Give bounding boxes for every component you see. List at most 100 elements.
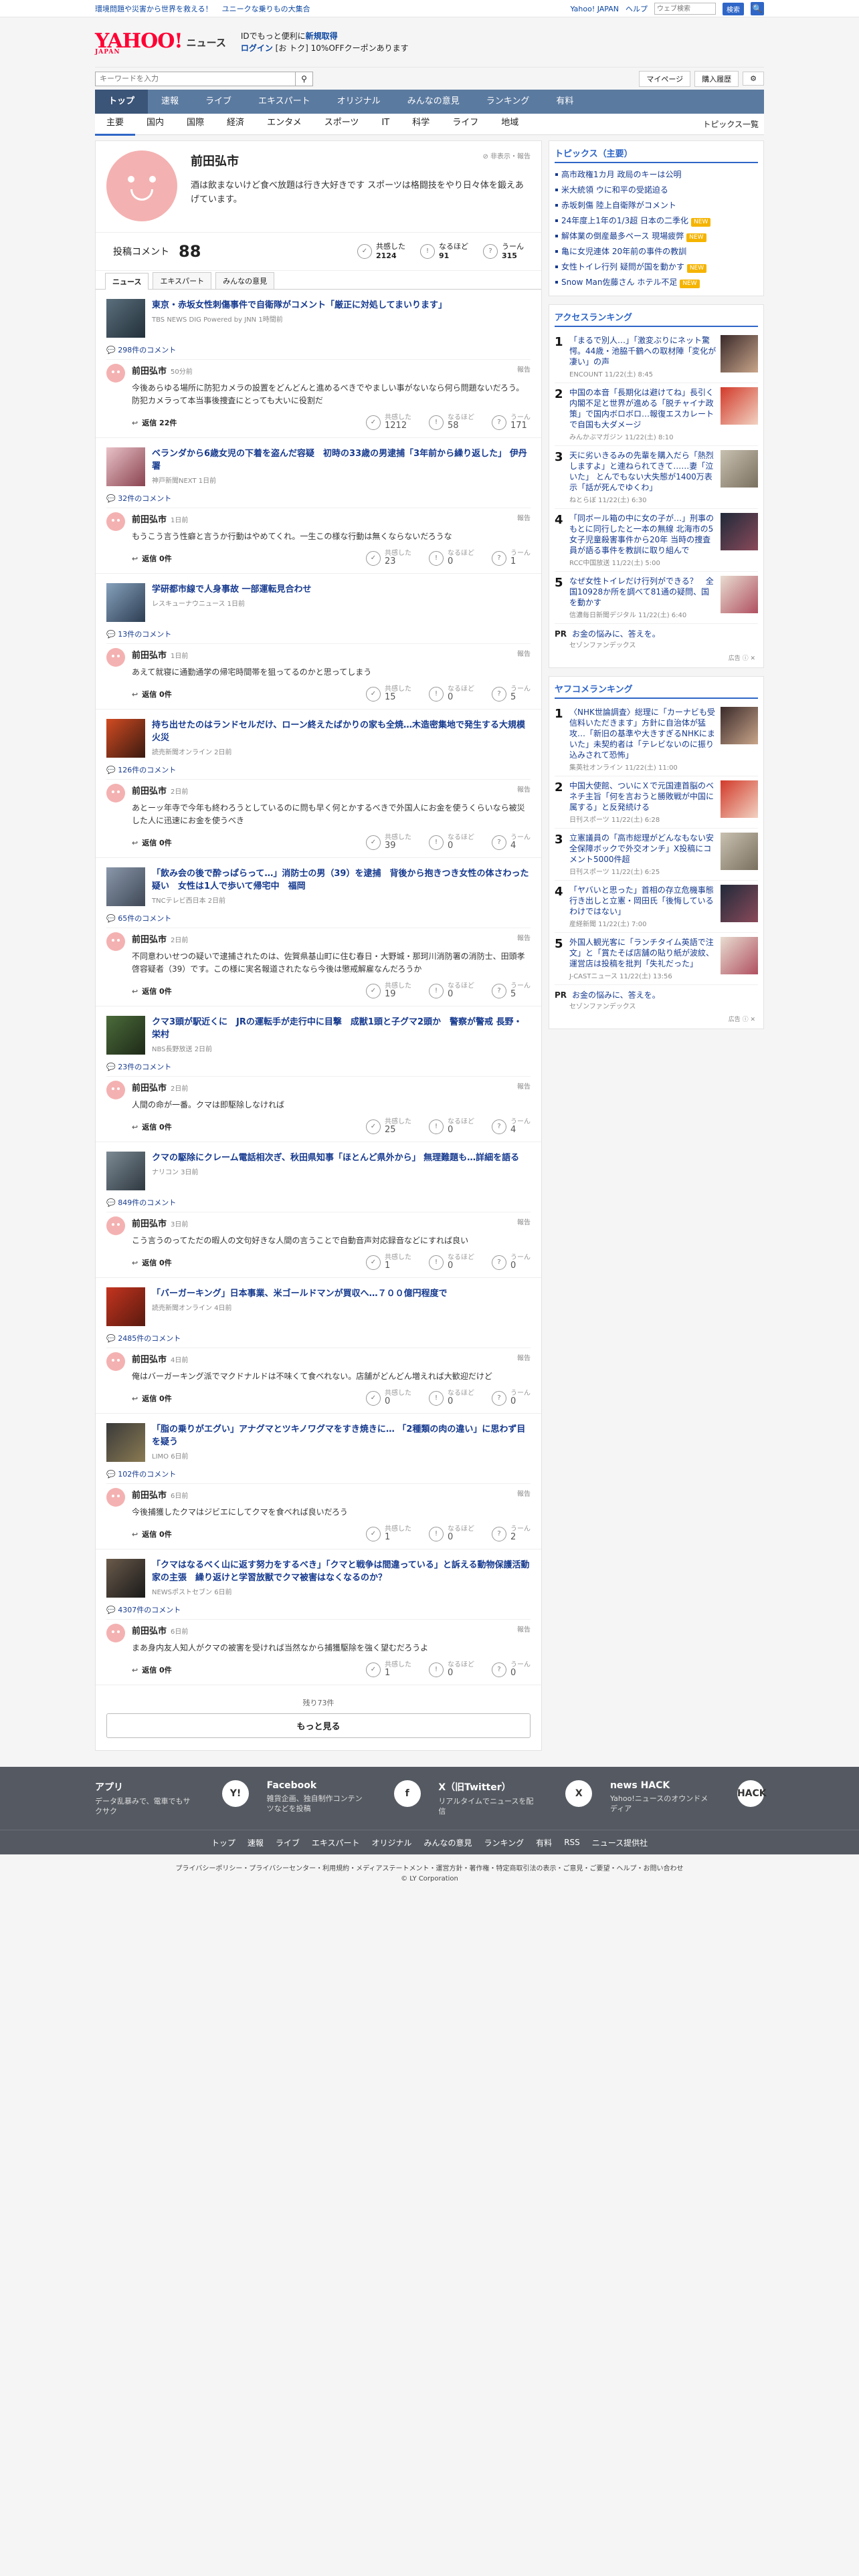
react-hmm-button[interactable]: ? うーん 5: [492, 685, 531, 702]
ranking-item[interactable]: 4 「ヤバいと思った」首相の存立危機事態行き出しと立憲・岡田氏「後悔しているわけで…: [555, 881, 758, 933]
footer-nav-3[interactable]: エキスパート: [312, 1837, 360, 1848]
ranking-thumbnail[interactable]: [721, 335, 758, 372]
topic-link[interactable]: 24年度上1年の1/3超 日本の二季化 NEW: [555, 213, 758, 229]
comment-author[interactable]: 前田弘市: [132, 515, 167, 525]
article-link[interactable]: 「クマはなるべく山に返す努力をするべき」「クマと戦争は間違っている」と訴える動物…: [106, 1559, 531, 1598]
react-naruhodo-button[interactable]: ! なるほど 0: [429, 834, 474, 851]
ranking-thumbnail[interactable]: [721, 387, 758, 425]
react-hmm-button[interactable]: ? うーん 0: [492, 1254, 531, 1271]
article-title[interactable]: 「バーガーキング」日本事業、米ゴールドマンが買収へ…７００億円程度で: [152, 1287, 448, 1300]
tab-news[interactable]: ニュース: [105, 273, 149, 290]
subnav-7[interactable]: 科学: [401, 112, 441, 136]
comment-author[interactable]: 前田弘市: [132, 935, 167, 945]
topic-link[interactable]: 女性トイレ行列 疑問が国を動かす NEW: [555, 259, 758, 275]
react-naruhodo-button[interactable]: ! なるほど 0: [429, 550, 474, 566]
yahoo-japan-link[interactable]: Yahoo! JAPAN: [570, 5, 619, 13]
subnav-9[interactable]: 地域: [490, 112, 530, 136]
react-empathy-button[interactable]: ✓ 共感した 15: [366, 685, 411, 702]
report-link[interactable]: 報告: [517, 1081, 531, 1093]
article-thumbnail[interactable]: [106, 447, 145, 486]
gnav-3[interactable]: エキスパート: [245, 90, 324, 114]
footer-nav-7[interactable]: 有料: [536, 1837, 552, 1848]
article-title[interactable]: クマ3頭が駅近くに JRの運転手が走行中に目撃 成獣1頭と子グマ2頭か 警察が警…: [152, 1016, 531, 1041]
react-hmm-button[interactable]: ? うーん 0: [492, 1661, 531, 1678]
article-title[interactable]: ベランダから6歳女児の下着を盗んだ容疑 初時の33歳の男逮捕「3年前から繰り返し…: [152, 447, 531, 473]
ranking-item[interactable]: 1 「まるで別人…」「激変ぶりにネット驚愕。44歳・池脇千鶴への取材陣「変化が凄い…: [555, 331, 758, 383]
article-title[interactable]: クマの駆除にクレーム電話相次ぎ、秋田県知事「ほとんど県外から」 無理難題も…詳細…: [152, 1152, 519, 1164]
footer-social-0[interactable]: アプリ データ乱暴みで、電車でもサクサク Y!: [95, 1780, 249, 1816]
mypage-button[interactable]: マイページ: [639, 70, 691, 87]
load-more-button[interactable]: もっと見る: [106, 1713, 531, 1738]
article-thumbnail[interactable]: [106, 299, 145, 338]
footer-nav-6[interactable]: ランキング: [484, 1837, 524, 1848]
search-icon[interactable]: ⚲: [296, 71, 313, 86]
react-empathy-button[interactable]: ✓ 共感した 1212: [366, 414, 411, 431]
ranking-title[interactable]: 中国の本音「長期化は避けてね」長引く内閣不足と世界が進める「脱チャイナ政策」で国…: [569, 387, 717, 430]
report-link[interactable]: 報告: [517, 1352, 531, 1365]
react-empathy-button[interactable]: ✓ 共感した 1: [366, 1661, 411, 1678]
ranking-item[interactable]: 2 中国大使館、ついにＸで元国連首脳のベネチ主旨「何を言おうと勝敗戦が中国に属する…: [555, 776, 758, 829]
article-title[interactable]: 「飲み会の後で酔っぱらって…」消防士の男（39）を逮捕 背後から抱きつき女性の体…: [152, 867, 531, 893]
footer-social-1[interactable]: Facebook 雑貨企画、独自制作コンテンツなどを投稿 f: [267, 1780, 421, 1816]
subnav-3[interactable]: 経済: [215, 112, 256, 136]
react-hmm-button[interactable]: ? うーん 1: [492, 550, 531, 566]
react-hmm-button[interactable]: ? うーん 5: [492, 982, 531, 999]
subnav-2[interactable]: 国際: [175, 112, 215, 136]
ranking-title[interactable]: 「同ボール箱の中に女の子が…」刑事のもとに同行したと一本の無線 北海市の5女子児…: [569, 513, 717, 556]
report-link[interactable]: 報告: [517, 784, 531, 796]
search-icon[interactable]: 🔍: [751, 2, 764, 15]
tab-expert[interactable]: エキスパート: [153, 272, 212, 289]
comment-count-link[interactable]: 💬 126件のコメント: [106, 764, 531, 775]
comment-author[interactable]: 前田弘市: [132, 651, 167, 661]
react-empathy-button[interactable]: ✓ 共感した 0: [366, 1390, 411, 1406]
react-hmm-button[interactable]: ? うーん 2: [492, 1525, 531, 1542]
subnav-4[interactable]: エンタメ: [256, 112, 313, 136]
ranking-thumbnail[interactable]: [721, 780, 758, 818]
comment-count-link[interactable]: 💬 65件のコメント: [106, 913, 531, 924]
gnav-2[interactable]: ライブ: [192, 90, 245, 114]
footer-links[interactable]: プライバシーポリシー・プライバシーセンター・利用規約・メディアステートメント・運…: [0, 1854, 859, 1875]
footer-nav-8[interactable]: RSS: [564, 1838, 580, 1847]
reply-button[interactable]: ↩ 返信 0件: [132, 1665, 172, 1675]
reply-button[interactable]: ↩ 返信 22件: [132, 417, 177, 428]
gnav-0[interactable]: トップ: [95, 90, 149, 114]
comment-author[interactable]: 前田弘市: [132, 1626, 167, 1636]
reply-button[interactable]: ↩ 返信 0件: [132, 1393, 172, 1404]
article-link[interactable]: 「飲み会の後で酔っぱらって…」消防士の男（39）を逮捕 背後から抱きつき女性の体…: [106, 867, 531, 906]
article-thumbnail[interactable]: [106, 1287, 145, 1326]
topic-link[interactable]: Snow Man佐藤さん ホテル不足 NEW: [555, 275, 758, 290]
ranking-thumbnail[interactable]: [721, 513, 758, 550]
ranking-item[interactable]: 5 外国人観光客に「ランチタイム英語で注文」と「賞たそば店舗の貼り紙が波紋、運営店…: [555, 933, 758, 985]
article-link[interactable]: 「バーガーキング」日本事業、米ゴールドマンが買収へ…７００億円程度で 読売新聞オン…: [106, 1287, 531, 1326]
comment-author[interactable]: 前田弘市: [132, 1491, 167, 1501]
reply-button[interactable]: ↩ 返信 0件: [132, 553, 172, 564]
hide-report-link[interactable]: ⊘ 非表示・報告: [482, 150, 531, 160]
footer-social-3[interactable]: news HACK Yahoo!ニュースのオウンドメディア HACK: [610, 1780, 767, 1816]
top-promo-link-1[interactable]: 環境問題や災害から世界を救える！: [95, 5, 213, 13]
article-thumbnail[interactable]: [106, 1559, 145, 1598]
gnav-4[interactable]: オリジナル: [324, 90, 394, 114]
ranking-thumbnail[interactable]: [721, 937, 758, 974]
react-naruhodo-button[interactable]: ! なるほど 58: [429, 414, 474, 431]
reply-button[interactable]: ↩ 返信 0件: [132, 689, 172, 700]
article-thumbnail[interactable]: [106, 1423, 145, 1462]
ranking-thumbnail[interactable]: [721, 450, 758, 488]
topic-link[interactable]: 米大統領 ウに和平の受諾迫る: [555, 183, 758, 198]
footer-nav-4[interactable]: オリジナル: [372, 1837, 412, 1848]
footer-social-2[interactable]: X（旧Twitter） リアルタイムでニュースを配信 X: [438, 1780, 593, 1816]
react-empathy-button[interactable]: ✓ 共感した 1: [366, 1525, 411, 1542]
react-empathy-button[interactable]: ✓ 共感した 23: [366, 550, 411, 566]
keyword-search-input[interactable]: [95, 71, 296, 86]
gnav-7[interactable]: 有料: [543, 90, 587, 114]
reply-button[interactable]: ↩ 返信 0件: [132, 986, 172, 996]
footer-social-icon[interactable]: HACK: [737, 1780, 767, 1807]
comment-count-link[interactable]: 💬 2485件のコメント: [106, 1333, 531, 1344]
article-link[interactable]: 「脂の乗りがエグい」アナグマとツキノワグマをすき焼きに… 「2種類の肉の違い」に…: [106, 1423, 531, 1462]
article-title[interactable]: 持ち出せたのはランドセルだけ、ローン終えたばかりの家も全焼…木造密集地で発生する…: [152, 719, 531, 744]
react-empathy-button[interactable]: ✓ 共感した 19: [366, 982, 411, 999]
footer-social-icon[interactable]: X: [565, 1780, 593, 1807]
article-link[interactable]: ベランダから6歳女児の下着を盗んだ容疑 初時の33歳の男逮捕「3年前から繰り返し…: [106, 447, 531, 486]
subnav-8[interactable]: ライフ: [441, 112, 490, 136]
comment-author[interactable]: 前田弘市: [132, 366, 167, 377]
react-hmm-button[interactable]: ? うーん 171: [492, 414, 531, 431]
